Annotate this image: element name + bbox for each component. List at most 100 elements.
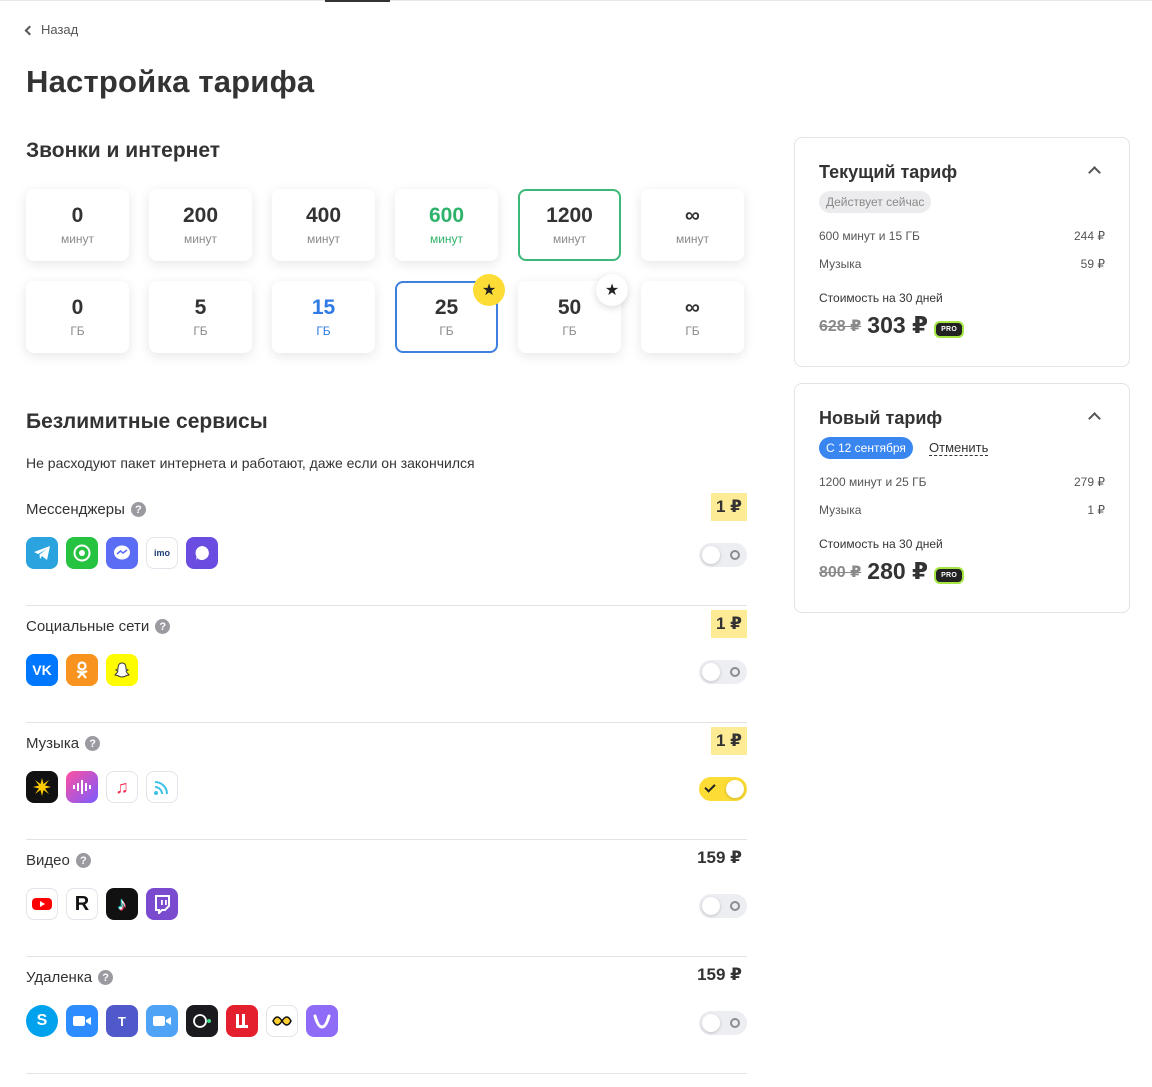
tamtam-icon (186, 537, 218, 569)
status-badge: Действует сейчас (819, 191, 932, 213)
service-row-music: Музыка? 1 ₽ ♫ (26, 723, 747, 840)
toggle-knob (702, 897, 720, 915)
toggle-off-icon (730, 901, 740, 911)
service-name: Музыка (26, 735, 80, 752)
new-plan-card: Новый тариф С 12 сентября Отменить 1200 … (794, 383, 1130, 613)
help-icon[interactable]: ? (85, 736, 101, 751)
gb-option[interactable]: 5 ГБ (149, 281, 252, 353)
service-toggle[interactable] (699, 894, 747, 918)
toggle-off-icon (730, 1018, 740, 1028)
option-value: 5 (194, 296, 207, 319)
gb-option[interactable]: 50 ГБ ★ (518, 274, 628, 353)
option-value: ∞ (685, 204, 700, 227)
gb-option-selected[interactable]: 25 ГБ ★ (395, 274, 505, 353)
top-tab-indicator (325, 0, 390, 2)
line-price: 244 ₽ (1074, 229, 1105, 243)
option-value: 1200 (546, 204, 593, 227)
star-icon: ★ (596, 274, 628, 306)
toggle-knob (726, 780, 744, 798)
check-icon (704, 781, 716, 793)
option-value: 15 (311, 296, 336, 319)
plan-line: Музыка 59 ₽ (819, 257, 1105, 271)
old-price: 800 ₽ (819, 563, 862, 581)
option-value: 400 (305, 204, 342, 227)
option-value: 0 (71, 296, 84, 319)
help-icon[interactable]: ? (130, 502, 146, 517)
option-value: ∞ (685, 296, 700, 319)
plan-line: 600 минут и 15 ГБ 244 ₽ (819, 229, 1105, 243)
service-name: Удаленка (26, 969, 93, 986)
help-icon[interactable]: ? (75, 853, 91, 868)
cost-label: Стоимость на 30 дней (819, 537, 943, 551)
old-price: 628 ₽ (819, 317, 862, 335)
rutube-icon: R (66, 888, 98, 920)
current-plan-card: Текущий тариф Действует сейчас 600 минут… (794, 137, 1130, 367)
service-row-remote: Удаленка? 159 ₽ S T (26, 957, 747, 1074)
help-icon[interactable]: ? (98, 970, 114, 985)
option-unit: минут (429, 232, 464, 246)
service-toggle[interactable] (699, 660, 747, 684)
service-name: Мессенджеры (26, 501, 125, 518)
line-price: 59 ₽ (1080, 257, 1105, 271)
chevron-up-icon[interactable] (1088, 412, 1101, 425)
minutes-option[interactable]: 400 минут (272, 189, 375, 261)
miro-icon (266, 1005, 298, 1037)
service-price: 159 ₽ (697, 848, 742, 867)
service-toggle[interactable] (699, 1011, 747, 1035)
minutes-option[interactable]: 0 минут (26, 189, 129, 261)
podcasts-icon (146, 771, 178, 803)
new-price: 280 ₽ (867, 558, 929, 584)
option-unit: минут (675, 232, 710, 246)
whatsapp-icon (66, 537, 98, 569)
minutes-option[interactable]: ∞ минут (641, 189, 744, 261)
pro-badge: PRO (934, 321, 965, 338)
gigabytes-options: 0 ГБ 5 ГБ 15 ГБ 25 ГБ ★ 50 ГБ ★ ∞ ГБ (26, 274, 744, 353)
service-row-video: Видео? 159 ₽ R ♪ (26, 840, 747, 957)
services-subtitle: Не расходуют пакет интернета и работают,… (26, 455, 475, 471)
star-icon: ★ (473, 274, 505, 306)
apple-music-icon: ♫ (106, 771, 138, 803)
messenger-icon (106, 537, 138, 569)
gb-option[interactable]: 0 ГБ (26, 281, 129, 353)
imo-icon: imo (146, 537, 178, 569)
lingualeo-icon (226, 1005, 258, 1037)
yandex-music-icon (26, 771, 58, 803)
cost-label: Стоимость на 30 дней (819, 291, 943, 305)
date-badge: С 12 сентября (819, 437, 913, 459)
minutes-option-selected[interactable]: 1200 минут (518, 189, 621, 261)
toggle-knob (702, 546, 720, 564)
chevron-up-icon[interactable] (1088, 166, 1101, 179)
plan-line: Музыка 1 ₽ (819, 503, 1105, 517)
minutes-option[interactable]: 200 минут (149, 189, 252, 261)
option-value: 50 (557, 296, 582, 319)
toggle-knob (702, 663, 720, 681)
viber-icon (306, 1005, 338, 1037)
service-toggle[interactable] (699, 777, 747, 801)
option-unit: ГБ (193, 324, 208, 338)
option-unit: минут (183, 232, 218, 246)
minutes-option-current[interactable]: 600 минут (395, 189, 498, 261)
services-section-title: Безлимитные сервисы (26, 410, 268, 433)
back-link[interactable]: Назад (24, 22, 78, 37)
service-price: 1 ₽ (710, 727, 747, 755)
service-toggle[interactable] (699, 543, 747, 567)
gb-option[interactable]: ∞ ГБ (641, 281, 744, 353)
facetime-icon (146, 1005, 178, 1037)
cancel-link[interactable]: Отменить (929, 440, 989, 456)
option-unit: ГБ (562, 324, 577, 338)
line-label: 600 минут и 15 ГБ (819, 229, 920, 243)
option-unit: минут (552, 232, 587, 246)
zoom-icon (66, 1005, 98, 1037)
option-unit: ГБ (439, 324, 454, 338)
gb-option-current[interactable]: 15 ГБ (272, 281, 375, 353)
help-icon[interactable]: ? (155, 619, 171, 634)
telegram-icon (26, 537, 58, 569)
service-name: Социальные сети (26, 618, 150, 635)
option-unit: ГБ (685, 324, 700, 338)
line-label: Музыка (819, 257, 862, 271)
option-unit: минут (60, 232, 95, 246)
toggle-knob (702, 1014, 720, 1032)
option-value: 25 (434, 296, 459, 319)
top-divider (0, 0, 1152, 1)
vk-icon: VK (26, 654, 58, 686)
